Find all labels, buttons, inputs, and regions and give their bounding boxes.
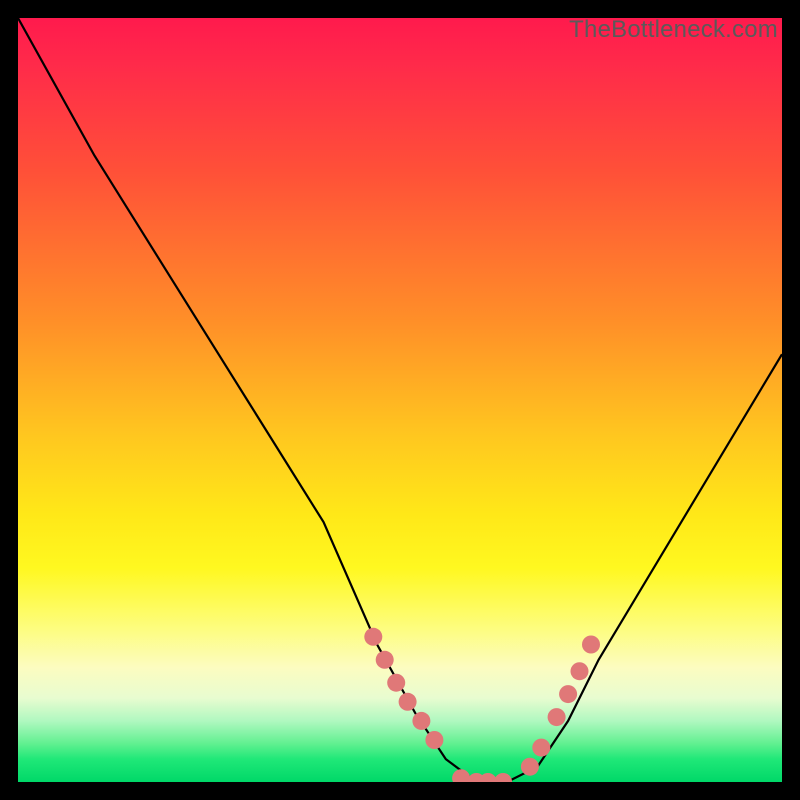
marker-dot bbox=[376, 651, 394, 669]
bottleneck-curve bbox=[18, 18, 782, 782]
marker-dot bbox=[425, 731, 443, 749]
marker-dot bbox=[582, 636, 600, 654]
marker-dot bbox=[494, 773, 512, 782]
marker-dot bbox=[479, 773, 497, 782]
marker-dot bbox=[559, 685, 577, 703]
marker-dot bbox=[452, 769, 470, 782]
marker-dot bbox=[364, 628, 382, 646]
chart-frame: TheBottleneck.com bbox=[0, 0, 800, 800]
marker-dot bbox=[532, 739, 550, 757]
marker-dot bbox=[521, 758, 539, 776]
plot-area: TheBottleneck.com bbox=[18, 18, 782, 782]
marker-dot bbox=[412, 712, 430, 730]
marker-dot bbox=[571, 662, 589, 680]
marker-dot bbox=[548, 708, 566, 726]
highlighted-points bbox=[364, 628, 600, 782]
marker-dot bbox=[399, 693, 417, 711]
marker-dot bbox=[387, 674, 405, 692]
chart-svg bbox=[18, 18, 782, 782]
